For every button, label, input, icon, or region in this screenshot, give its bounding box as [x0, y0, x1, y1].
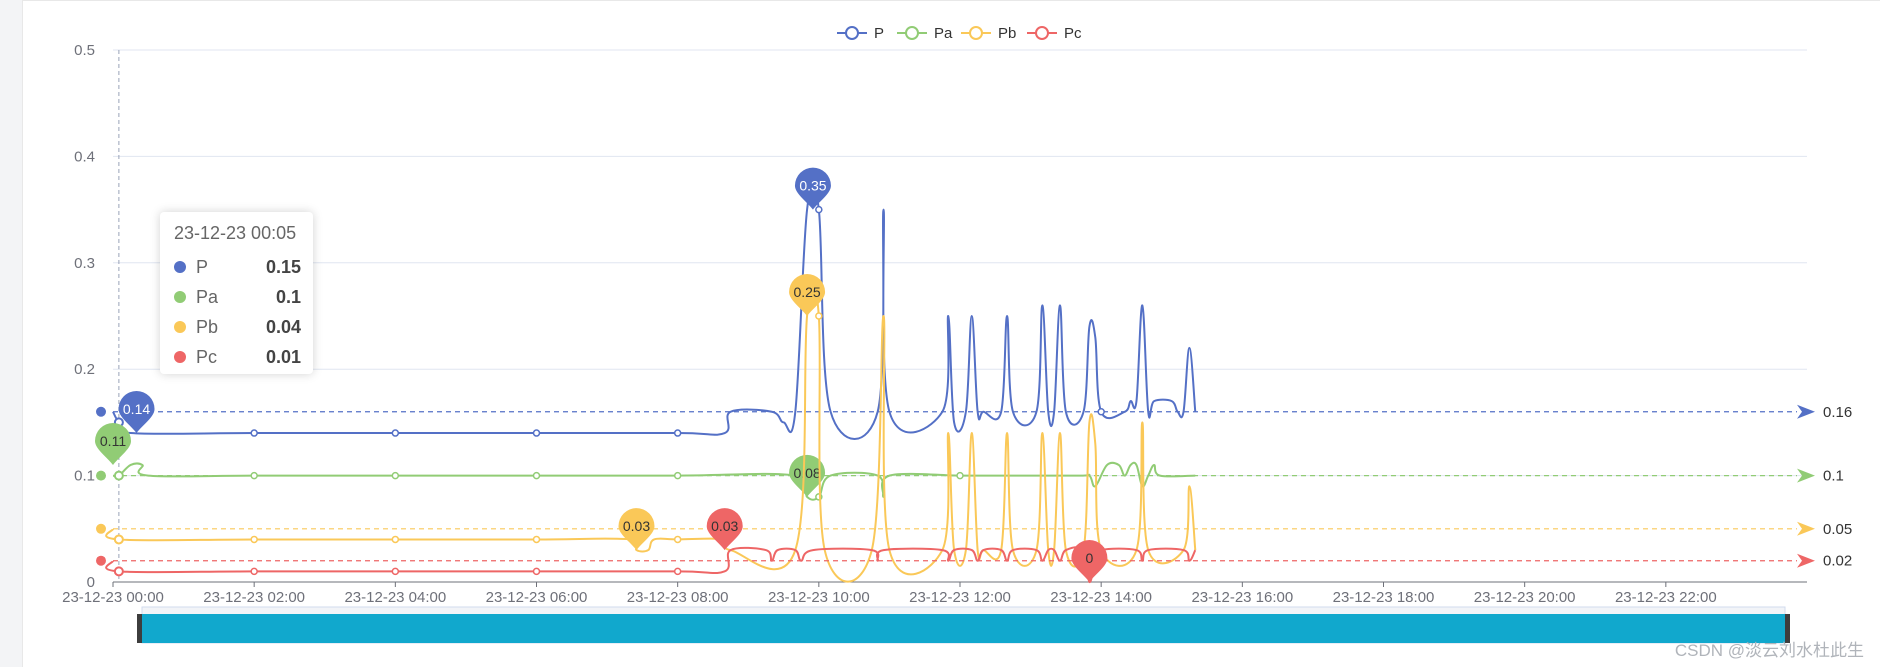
series-symbol-pb-14[interactable]	[815, 312, 823, 320]
legend-label-p: P	[874, 25, 884, 42]
series-symbol-p-5[interactable]	[532, 429, 541, 437]
average-arrow-pc	[1797, 553, 1815, 568]
tooltip-row-pb: Pb 0.04	[174, 312, 301, 342]
series-hover-symbol-pa	[113, 470, 124, 481]
series-symbol-pc-3[interactable]	[391, 567, 400, 576]
y-tick-label-0.2: 0.2	[74, 361, 95, 378]
x-tick-label-4: 23-12-23 08:00	[627, 589, 729, 606]
legend-label-pa: Pa	[934, 25, 953, 42]
tooltip-value-p: 0.15	[265, 256, 301, 277]
average-label-p: 0.16	[1823, 404, 1852, 421]
tooltip-row-pa: Pa 0.1	[174, 282, 301, 312]
average-arrow-p	[1797, 404, 1815, 419]
legend-symbol-pb[interactable]	[969, 26, 983, 40]
tooltip-name-p: P	[196, 256, 209, 277]
series-symbol-pb-4[interactable]	[532, 535, 541, 544]
series-symbol-pa-7[interactable]	[532, 471, 541, 480]
series-symbol-p-37[interactable]	[1097, 408, 1105, 416]
pin-label-min-p: 0.14	[123, 401, 150, 417]
tooltip-dot-pa	[174, 291, 186, 303]
pin-label-max-pb: 0.25	[793, 284, 820, 300]
tooltip-value-pb: 0.04	[265, 316, 301, 337]
average-arrow-pb	[1797, 521, 1815, 536]
pin-label-max-pc: 0.03	[711, 518, 738, 534]
pin-label-max-pa: 0.11	[100, 433, 126, 449]
y-tick-label-0.3: 0.3	[74, 255, 95, 272]
data-zoom-handle-left[interactable]	[137, 614, 142, 643]
average-label-pc: 0.02	[1823, 553, 1852, 570]
series-line-pc[interactable]	[105, 546, 1197, 584]
series-symbol-pa-16[interactable]	[956, 471, 964, 480]
pin-label-max-p: 0.35	[799, 178, 826, 194]
average-label-pa: 0.1	[1823, 468, 1844, 485]
series-symbol-pa-5[interactable]	[250, 471, 258, 480]
tooltip-row-p: P 0.15	[174, 252, 301, 282]
pin-label-min-pb: 0.03	[623, 518, 650, 534]
tooltip-dot-pb	[174, 321, 186, 333]
pin-label-min-pa: 0.08	[793, 465, 820, 481]
legend-label-pb: Pb	[998, 25, 1016, 42]
x-tick-label-11: 23-12-23 22:00	[1615, 589, 1717, 606]
csdn-watermark: CSDN @淡云刘水杜此生	[1674, 641, 1864, 660]
tooltip-row-pc: Pc 0.01	[174, 342, 301, 372]
series-line-pa[interactable]	[112, 461, 1196, 501]
x-tick-label-5: 23-12-23 10:00	[768, 589, 870, 606]
series-hover-symbol-pc	[113, 566, 124, 577]
tooltip-value-pa: 0.1	[275, 286, 301, 307]
tooltip-name-pc: Pc	[196, 346, 218, 367]
chart-tooltip: 23-12-23 00:05 P 0.15 Pa 0.1 Pb 0.04 Pc …	[160, 212, 313, 374]
series-symbol-p-13[interactable]	[815, 205, 823, 214]
series-symbol-pb-9[interactable]	[673, 535, 682, 544]
series-symbol-pc-5[interactable]	[673, 567, 682, 576]
page-stage: 0 0.1 0.2 0.3 0.4 0.5 23-12-23 00:00 23-12-23 0…	[0, 0, 1880, 667]
y-tick-label-0.1: 0.1	[74, 468, 95, 485]
legend-label-pc: Pc	[1064, 25, 1082, 42]
x-tick-label-8: 23-12-23 16:00	[1191, 589, 1293, 606]
series-symbol-pc-2[interactable]	[250, 567, 258, 576]
x-tick-label-9: 23-12-23 18:00	[1333, 589, 1435, 606]
series-symbol-pb-2[interactable]	[250, 535, 258, 544]
average-label-pb: 0.05	[1823, 521, 1852, 538]
pin-label-min-pc: 0	[1086, 550, 1094, 566]
series-start-dot-pb	[96, 523, 106, 534]
series-hover-symbol-pb	[113, 534, 124, 545]
series-start-dot-pa	[96, 470, 106, 481]
tooltip-dot-pc	[174, 351, 186, 363]
series-symbol-pc-4[interactable]	[532, 567, 541, 576]
series-symbol-pb-3[interactable]	[391, 535, 400, 544]
series-symbol-pa-6[interactable]	[391, 471, 400, 480]
legend-symbol-pc[interactable]	[1035, 26, 1049, 40]
series-symbol-p-4[interactable]	[391, 429, 400, 437]
tooltip-value-pc: 0.01	[265, 346, 301, 367]
x-tick-label-1: 23-12-23 02:00	[203, 589, 305, 606]
legend-symbol-p[interactable]	[845, 26, 859, 40]
series-symbol-pa-8[interactable]	[673, 471, 682, 480]
tooltip-title: 23-12-23 00:05	[174, 223, 297, 243]
tooltip-name-pa: Pa	[196, 286, 219, 307]
x-tick-label-0: 23-12-23 00:00	[62, 589, 164, 606]
series-start-dot-pc	[96, 555, 106, 566]
y-tick-label-0.5: 0.5	[74, 42, 95, 59]
x-tick-label-10: 23-12-23 20:00	[1474, 589, 1576, 606]
series-symbol-p-3[interactable]	[250, 429, 258, 437]
x-tick-label-6: 23-12-23 12:00	[909, 589, 1011, 606]
data-zoom-range[interactable]	[142, 614, 1785, 643]
x-tick-label-2: 23-12-23 04:00	[344, 589, 446, 606]
tooltip-dot-p	[174, 261, 186, 273]
series-start-dot-p	[96, 406, 106, 417]
series-symbol-p-6[interactable]	[673, 429, 682, 437]
x-tick-label-7: 23-12-23 14:00	[1050, 589, 1152, 606]
tooltip-name-pb: Pb	[196, 316, 219, 337]
y-tick-label-0.4: 0.4	[74, 148, 95, 165]
x-tick-label-3: 23-12-23 06:00	[486, 589, 588, 606]
legend-symbol-pa[interactable]	[905, 26, 919, 40]
